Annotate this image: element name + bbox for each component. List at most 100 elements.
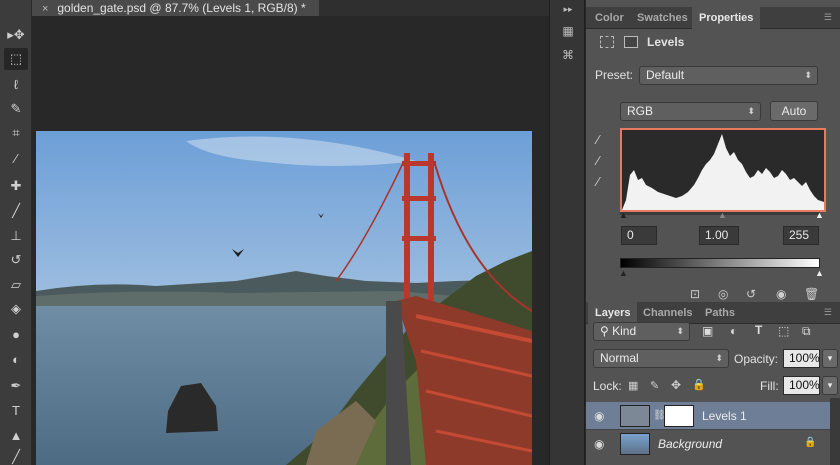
output-levels-ramp	[620, 258, 820, 268]
white-input-slider[interactable]: ▲	[815, 210, 824, 220]
tab-swatches[interactable]: Swatches	[630, 7, 695, 29]
preset-label: Preset:	[595, 68, 634, 82]
crop-tool-icon[interactable]: ⌗	[4, 122, 28, 144]
chevron-updown-icon: ⬍	[676, 326, 684, 336]
opacity-label: Opacity:	[734, 352, 779, 366]
reset-icon[interactable]: ↺	[746, 287, 756, 301]
auto-button[interactable]: Auto	[770, 101, 818, 121]
photoshop-window: ▸✥ ⬚ ℓ ✎ ⌗ ⁄ ✚ ╱ ⊥ ↺ ▱ ◈ ● ◐ ✒ T ▲ ╱ × g…	[0, 0, 840, 465]
canvas-image[interactable]	[36, 131, 532, 465]
visibility-eye-icon[interactable]: ◉	[594, 437, 604, 451]
history-brush-tool-icon[interactable]: ↺	[4, 249, 28, 271]
visibility-eye-icon[interactable]: ◉	[594, 409, 604, 423]
gamma-input-slider[interactable]: ▲	[718, 210, 727, 220]
fill-label: Fill:	[760, 379, 779, 393]
layer-mask-icon[interactable]	[624, 36, 638, 48]
history-panel-icon[interactable]: ⌘	[559, 48, 577, 66]
tab-channels[interactable]: Channels	[636, 302, 700, 324]
layer-mask-thumbnail[interactable]	[664, 405, 694, 427]
levels-adjustment-icon	[600, 36, 614, 48]
delete-icon[interactable]: 🗑	[804, 287, 819, 301]
quick-select-tool-icon[interactable]: ✎	[4, 98, 28, 120]
levels-histogram	[620, 128, 826, 212]
tab-layers[interactable]: Layers	[588, 302, 638, 324]
filter-type-icon[interactable]: T	[755, 323, 762, 337]
layers-scrollbar[interactable]	[830, 398, 840, 465]
search-icon: ⚲	[600, 324, 609, 338]
collapse-dock-icon[interactable]: ▸▸	[559, 4, 577, 22]
view-previous-icon[interactable]: ◎	[718, 287, 728, 301]
marquee-tool-icon[interactable]: ⬚	[4, 48, 28, 70]
path-select-tool-icon[interactable]: ▲	[4, 424, 28, 446]
filter-kind-value: Kind	[612, 324, 637, 338]
document-tab-title: golden_gate.psd @ 87.7% (Levels 1, RGB/8…	[57, 1, 306, 15]
tab-paths[interactable]: Paths	[698, 302, 742, 324]
white-point-eyedropper-icon[interactable]: ⁄	[597, 174, 613, 190]
healing-brush-tool-icon[interactable]: ✚	[4, 175, 28, 197]
properties-title: Levels	[647, 35, 685, 49]
gray-point-eyedropper-icon[interactable]: ⁄	[597, 153, 613, 169]
layer-name: Levels 1	[702, 409, 747, 423]
close-tab-icon[interactable]: ×	[42, 1, 54, 17]
clone-stamp-tool-icon[interactable]: ⊥	[4, 225, 28, 247]
chevron-updown-icon: ⬍	[747, 106, 755, 116]
blur-tool-icon[interactable]: ●	[4, 323, 28, 345]
paint-bucket-tool-icon[interactable]: ◈	[4, 298, 28, 320]
pen-tool-icon[interactable]: ✒	[4, 375, 28, 397]
output-black-slider[interactable]: ▲	[619, 268, 628, 278]
opacity-slider-toggle-icon[interactable]: ▾	[822, 349, 838, 368]
visibility-icon[interactable]: ◉	[776, 287, 786, 301]
lock-label: Lock:	[593, 379, 622, 393]
dock-panel-grip-icon[interactable]: ▦	[559, 24, 577, 42]
chevron-updown-icon: ⬍	[804, 70, 812, 80]
fill-slider-toggle-icon[interactable]: ▾	[822, 376, 838, 395]
blend-mode-dropdown[interactable]: Normal ⬍	[593, 349, 729, 368]
clip-to-layer-icon[interactable]: ⊡	[690, 287, 700, 301]
layers-tab-bar: Layers Channels Paths ☰	[586, 302, 840, 324]
lasso-tool-icon[interactable]: ℓ	[4, 73, 28, 95]
input-white-field[interactable]: 255	[783, 226, 819, 245]
histogram-graph	[622, 134, 824, 210]
output-white-slider[interactable]: ▲	[815, 268, 824, 278]
tab-properties[interactable]: Properties	[692, 7, 761, 29]
levels-adjustment-thumbnail[interactable]	[620, 405, 650, 427]
dodge-tool-icon[interactable]: ◐	[4, 348, 28, 370]
eraser-tool-icon[interactable]: ▱	[4, 274, 28, 296]
filter-adjustment-icon[interactable]: ◐	[730, 324, 737, 338]
eyedropper-tool-icon[interactable]: ⁄	[4, 147, 28, 169]
type-tool-icon[interactable]: T	[4, 399, 28, 421]
preset-dropdown[interactable]: Default ⬍	[639, 66, 818, 85]
input-gamma-field[interactable]: 1.00	[699, 226, 739, 245]
filter-shape-icon[interactable]: ⬚	[778, 324, 789, 338]
line-tool-icon[interactable]: ╱	[4, 446, 28, 465]
layer-lock-icon: 🔒	[804, 437, 817, 448]
chevron-updown-icon: ⬍	[715, 353, 723, 363]
document-tab-bar: × golden_gate.psd @ 87.7% (Levels 1, RGB…	[32, 0, 549, 16]
channel-dropdown[interactable]: RGB ⬍	[620, 102, 761, 121]
properties-tab-bar: Color Swatches Properties ☰	[586, 7, 840, 29]
preset-value: Default	[646, 68, 685, 82]
filter-smart-object-icon[interactable]: ⧉	[802, 324, 811, 339]
move-tool-icon[interactable]: ▸✥	[4, 24, 28, 46]
filter-pixel-icon[interactable]: ▣	[702, 324, 713, 338]
opacity-field[interactable]: 100%	[783, 349, 820, 368]
fill-field[interactable]: 100%	[783, 376, 820, 395]
black-point-eyedropper-icon[interactable]: ⁄	[597, 132, 613, 148]
tab-color[interactable]: Color	[588, 7, 631, 29]
tools-panel: ▸✥ ⬚ ℓ ✎ ⌗ ⁄ ✚ ╱ ⊥ ↺ ▱ ◈ ● ◐ ✒ T ▲ ╱	[0, 0, 32, 465]
layer-row-levels-1[interactable]: ◉ ⛓ Levels 1	[586, 402, 830, 430]
lock-image-pixels-icon[interactable]: ✎	[650, 379, 659, 392]
layer-filter-dropdown[interactable]: ⚲ Kind ⬍	[593, 322, 690, 341]
lock-transparent-pixels-icon[interactable]: ▦	[628, 379, 638, 392]
collapsed-panel-dock: ▸▸ ▦ ⌘	[549, 0, 585, 465]
background-thumbnail	[620, 433, 650, 455]
lock-position-icon[interactable]: ✥	[671, 378, 681, 392]
panel-menu-icon[interactable]: ☰	[824, 12, 832, 23]
lock-all-icon[interactable]: 🔒	[692, 378, 706, 391]
document-tab[interactable]: × golden_gate.psd @ 87.7% (Levels 1, RGB…	[32, 0, 319, 16]
brush-tool-icon[interactable]: ╱	[4, 200, 28, 222]
input-black-field[interactable]: 0	[621, 226, 657, 245]
layers-panel-menu-icon[interactable]: ☰	[824, 307, 832, 318]
layer-row-background[interactable]: ◉ Background 🔒	[586, 429, 830, 457]
black-input-slider[interactable]: ▲	[619, 210, 628, 220]
